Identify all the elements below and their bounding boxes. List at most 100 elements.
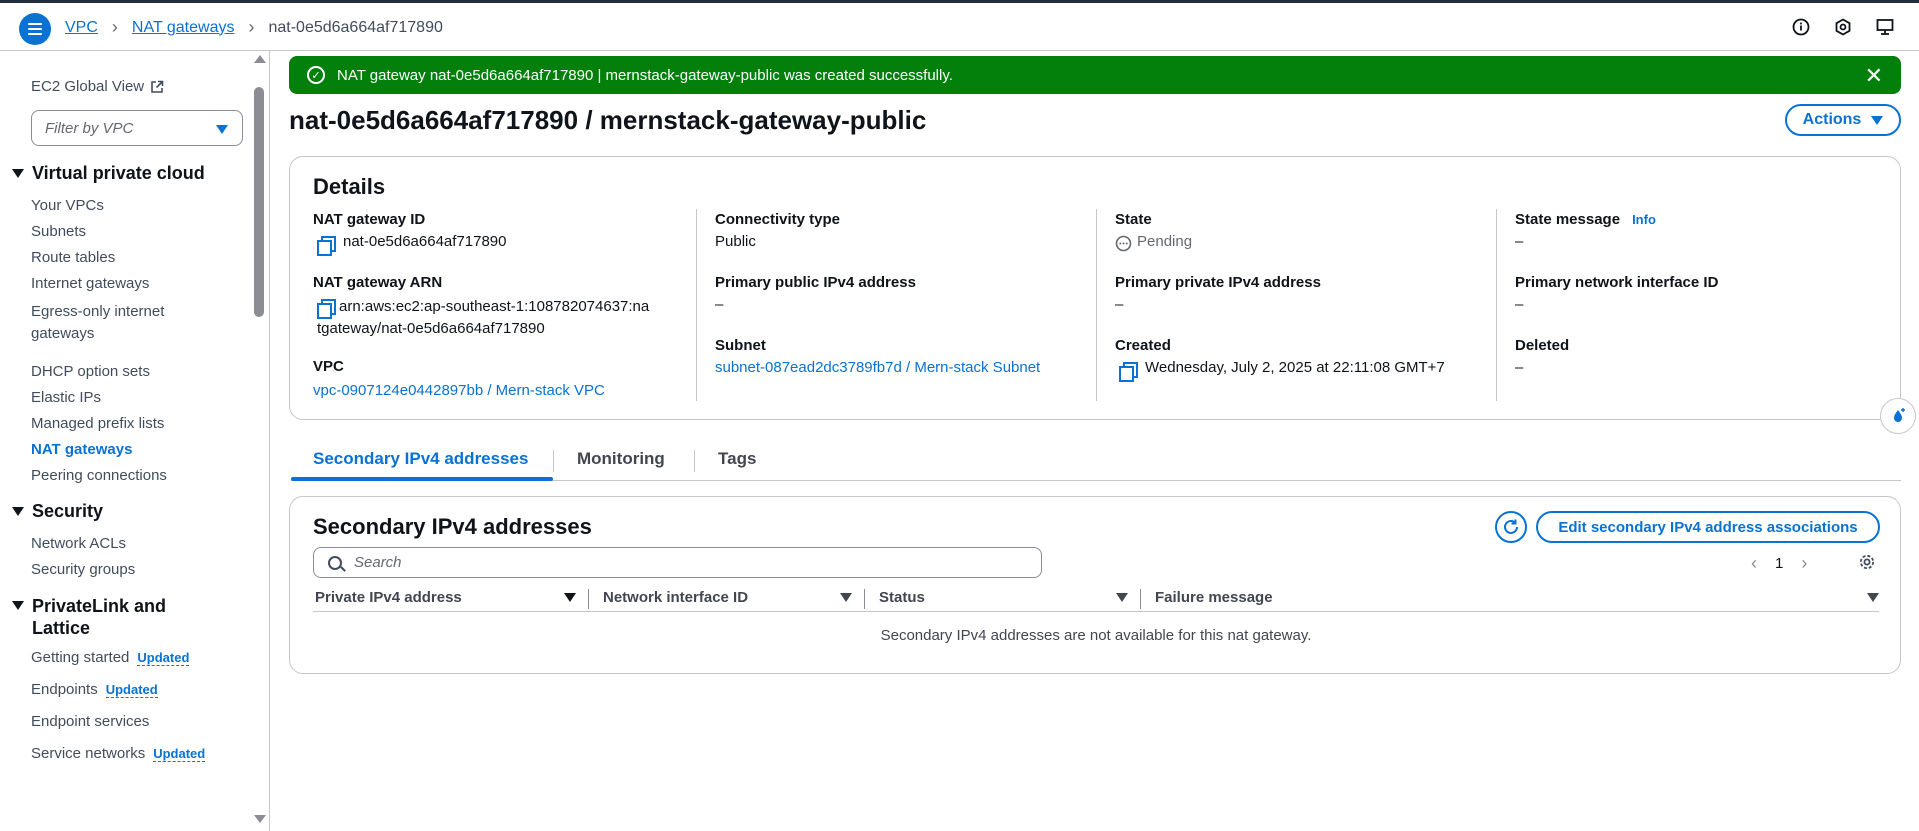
column-status[interactable]: Status (879, 589, 925, 606)
tab-bar: Secondary IPv4 addresses Monitoring Tags (291, 443, 1901, 481)
section-virtual-private-cloud[interactable]: Virtual private cloud (12, 163, 205, 184)
pagination: ‹ 1 › (1751, 553, 1807, 574)
breadcrumb-separator-icon: › (111, 17, 118, 37)
sidebar-item-service-networks[interactable]: Service networks Updated (31, 745, 206, 762)
tab-tags[interactable]: Tags (718, 449, 756, 469)
column-separator (588, 589, 589, 609)
nat-gateway-id-label: NAT gateway ID (313, 211, 426, 228)
actions-label: Actions (1802, 111, 1862, 128)
breadcrumb: VPC › NAT gateways › nat-0e5d6a664af7178… (65, 17, 443, 38)
pending-icon (1115, 235, 1132, 252)
nat-gateway-arn-value: arn:aws:ec2:ap-southeast-1:108782074637:… (317, 296, 649, 340)
sidebar-item-peering-connections[interactable]: Peering connections (31, 467, 167, 484)
assistant-icon[interactable] (1880, 398, 1916, 434)
sort-icon[interactable] (840, 593, 852, 602)
info-icon[interactable] (1791, 17, 1811, 37)
copy-icon[interactable] (317, 299, 336, 319)
connectivity-type-label: Connectivity type (715, 211, 841, 228)
external-link-icon (151, 80, 164, 93)
sidebar: EC2 Global View Filter by VPC Virtual pr… (0, 51, 270, 831)
subnet-label: Subnet (715, 337, 766, 354)
sidebar-item-security-groups[interactable]: Security groups (31, 561, 135, 578)
sort-descending-icon[interactable] (564, 593, 576, 602)
sidebar-item-label: Getting started (31, 649, 130, 666)
sidebar-item-internet-gateways[interactable]: Internet gateways (31, 275, 149, 292)
menu-button[interactable] (19, 13, 51, 45)
column-separator (1140, 589, 1141, 609)
sort-icon[interactable] (1116, 593, 1128, 602)
caret-down-icon (12, 169, 24, 178)
sidebar-item-getting-started[interactable]: Getting started Updated (31, 649, 190, 666)
deleted-value: – (1515, 359, 1524, 376)
close-icon[interactable]: ✕ (1865, 63, 1883, 89)
sidebar-item-network-acls[interactable]: Network ACLs (31, 535, 126, 552)
sidebar-item-elastic-ips[interactable]: Elastic IPs (31, 389, 101, 406)
section-privatelink-and-lattice[interactable]: PrivateLink and Lattice (12, 595, 212, 639)
column-private-ipv4-address[interactable]: Private IPv4 address (315, 589, 462, 606)
sidebar-item-nat-gateways[interactable]: NAT gateways (31, 441, 132, 458)
notifications-icon[interactable] (1833, 17, 1853, 37)
secondary-ipv4-heading: Secondary IPv4 addresses (313, 514, 592, 539)
edit-secondary-ipv4-button[interactable]: Edit secondary IPv4 address associations (1536, 511, 1880, 543)
details-heading: Details (313, 174, 386, 199)
vpc-link[interactable]: vpc-0907124e0442897bb / Mern-stack VPC (313, 382, 605, 399)
chevron-left-icon[interactable]: ‹ (1751, 553, 1757, 574)
sidebar-item-your-vpcs[interactable]: Your VPCs (31, 197, 104, 214)
primary-public-ip-label: Primary public IPv4 address (715, 274, 916, 291)
sidebar-item-ec2-global-view[interactable]: EC2 Global View (31, 78, 164, 95)
details-panel: Details NAT gateway ID nat-0e5d6a664af71… (289, 156, 1901, 420)
sidebar-item-subnets[interactable]: Subnets (31, 223, 86, 240)
screen-icon[interactable] (1875, 17, 1895, 37)
info-link[interactable]: Info (1632, 212, 1656, 227)
subnet-link[interactable]: subnet-087ead2dc3789fb7d / Mern-stack Su… (715, 359, 1040, 376)
empty-state-message: Secondary IPv4 addresses are not availab… (880, 627, 1312, 644)
sidebar-item-dhcp-option-sets[interactable]: DHCP option sets (31, 363, 150, 380)
top-bar: VPC › NAT gateways › nat-0e5d6a664af7178… (0, 0, 1919, 51)
state-message-value: – (1515, 233, 1524, 250)
created-text: Wednesday, July 2, 2025 at 22:11:08 GMT+… (1145, 359, 1445, 376)
tab-separator (694, 450, 695, 472)
column-separator (864, 589, 865, 609)
sidebar-item-endpoint-services[interactable]: Endpoint services (31, 713, 149, 730)
breadcrumb-vpc[interactable]: VPC (65, 19, 98, 37)
vpc-filter-select[interactable]: Filter by VPC (31, 110, 243, 146)
search-placeholder: Search (354, 554, 402, 571)
column-failure-message[interactable]: Failure message (1155, 589, 1273, 606)
vpc-filter-placeholder: Filter by VPC (45, 119, 134, 137)
column-network-interface-id[interactable]: Network interface ID (603, 589, 748, 606)
breadcrumb-separator-icon: › (248, 17, 255, 37)
copy-icon[interactable] (1119, 362, 1138, 382)
copy-icon[interactable] (317, 236, 336, 256)
state-value: Pending (1115, 233, 1192, 252)
search-input[interactable]: Search (313, 547, 1042, 578)
column-divider (1496, 209, 1497, 401)
sidebar-item-route-tables[interactable]: Route tables (31, 249, 115, 266)
breadcrumb-nat-gateways[interactable]: NAT gateways (132, 19, 235, 37)
scroll-down-icon[interactable] (254, 815, 266, 823)
tab-secondary-ipv4-addresses[interactable]: Secondary IPv4 addresses (313, 449, 528, 469)
refresh-icon (1504, 519, 1518, 534)
sidebar-item-managed-prefix-lists[interactable]: Managed prefix lists (31, 415, 164, 432)
sidebar-scrollbar[interactable] (254, 87, 264, 317)
section-title: Virtual private cloud (32, 163, 205, 183)
gear-icon[interactable] (1858, 553, 1876, 576)
section-title: PrivateLink and Lattice (32, 596, 167, 638)
sidebar-item-endpoints[interactable]: Endpoints Updated (31, 681, 158, 698)
section-security[interactable]: Security (12, 501, 103, 522)
search-icon (328, 555, 342, 570)
sort-icon[interactable] (1867, 593, 1879, 602)
chevron-right-icon[interactable]: › (1801, 553, 1807, 574)
scroll-up-icon[interactable] (254, 55, 266, 63)
nat-gateway-id-value: nat-0e5d6a664af717890 (317, 233, 507, 256)
tab-monitoring[interactable]: Monitoring (577, 449, 665, 469)
primary-network-interface-value: – (1515, 296, 1524, 313)
sidebar-item-egress-only-internet-gateways[interactable]: Egress-only internet gateways (31, 301, 201, 345)
primary-network-interface-label: Primary network interface ID (1515, 274, 1719, 291)
state-label: State (1115, 211, 1152, 228)
flash-message: NAT gateway nat-0e5d6a664af717890 | mern… (337, 66, 953, 84)
page-number[interactable]: 1 (1775, 555, 1783, 572)
arn-line-1: arn:aws:ec2:ap-southeast-1:108782074637:… (339, 298, 650, 315)
actions-button[interactable]: Actions (1785, 104, 1901, 136)
active-tab-indicator (291, 477, 553, 481)
refresh-button[interactable] (1495, 511, 1527, 543)
